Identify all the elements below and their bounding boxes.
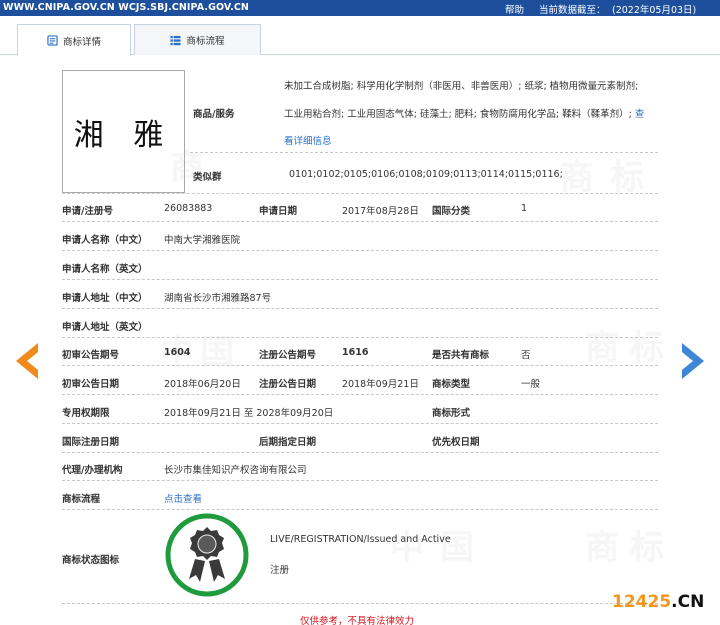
divider [62, 452, 658, 453]
tab-label: 商标详情 [62, 36, 101, 48]
reg-pub-date-label: 注册公告日期 [259, 379, 317, 390]
view-details-link-start[interactable]: 查 [635, 109, 645, 120]
divider [62, 193, 658, 194]
divider [62, 603, 658, 604]
divider [62, 423, 658, 424]
divider [62, 480, 658, 481]
priority-date-label: 优先权日期 [432, 437, 480, 448]
corner-site-logo: 12425.CN [612, 592, 704, 612]
data-date-value: (2022年05月03日) [612, 5, 697, 16]
prelim-date-value: 2018年06月20日 [164, 379, 241, 390]
reg-pub-date-value: 2018年09月21日 [342, 379, 419, 390]
corner-logo-number: 12425 [612, 592, 672, 612]
site-urls: WWW.CNIPA.GOV.CN WCJS.SBJ.CNIPA.GOV.CN [3, 2, 249, 13]
goods-services-text: 工业用粘合剂; 工业用固态气体; 硅藻土; 肥料; 食物防腐用化学品; 鞣料（鞣… [284, 109, 635, 120]
divider [190, 152, 658, 153]
reg-no-label: 申请/注册号 [62, 206, 113, 217]
agent-value: 长沙市集佳知识产权咨询有限公司 [164, 465, 307, 476]
goods-services-line2: 工业用粘合剂; 工业用固态气体; 硅藻土; 肥料; 食物防腐用化学品; 鞣料（鞣… [284, 106, 644, 120]
divider [62, 365, 658, 366]
watermark: 国 [200, 333, 234, 373]
prev-arrow-icon[interactable] [14, 342, 40, 380]
address-cn-label: 申请人地址（中文） [62, 293, 148, 304]
applicant-cn-value: 中南大学湘雅医院 [164, 235, 241, 246]
data-date-label: 当前数据截至： [539, 5, 606, 16]
applicant-en-label: 申请人名称（英文） [62, 264, 148, 275]
process-label: 商标流程 [62, 494, 101, 505]
watermark: 标 [630, 528, 664, 568]
later-date-label: 后期指定日期 [259, 437, 317, 448]
watermark: 商 [585, 328, 619, 368]
shared-value: 否 [521, 350, 531, 361]
mark-form-label: 商标形式 [432, 408, 471, 419]
address-cn-value: 湖南省长沙市湘雅路87号 [164, 293, 272, 304]
goods-services-label: 商品/服务 [193, 109, 235, 120]
app-date-label: 申请日期 [259, 206, 298, 217]
reg-no-value: 26083883 [164, 203, 213, 214]
agent-label: 代理/办理机构 [62, 465, 123, 476]
corner-logo-domain: .CN [671, 592, 705, 612]
tab-trademark-process[interactable]: 商标流程 [134, 24, 261, 55]
divider [62, 394, 658, 395]
status-cn: 注册 [270, 565, 290, 576]
exclusive-period-label: 专用权期限 [62, 408, 110, 419]
exclusive-period-value: 2018年09月21日 至 2028年09月20日 [164, 408, 334, 419]
mark-type-label: 商标类型 [432, 379, 471, 390]
next-arrow-icon[interactable] [680, 342, 706, 380]
applicant-cn-label: 申请人名称（中文） [62, 235, 148, 246]
document-icon [47, 35, 58, 46]
trademark-image: 湘 雅 [62, 70, 185, 193]
tab-trademark-details[interactable]: 商标详情 [17, 24, 131, 56]
divider [62, 279, 658, 280]
prelim-date-label: 初审公告日期 [62, 379, 120, 390]
tab-label: 商标流程 [186, 36, 225, 47]
prelim-no-label: 初审公告期号 [62, 350, 120, 361]
divider [62, 509, 658, 510]
watermark: 标 [630, 328, 664, 368]
intl-reg-date-label: 国际注册日期 [62, 437, 120, 448]
divider [62, 250, 658, 251]
top-bar: WWW.CNIPA.GOV.CN WCJS.SBJ.CNIPA.GOV.CN 帮… [0, 0, 720, 16]
status-icon-label: 商标状态图标 [62, 555, 120, 566]
goods-services-line1: 未加工合成树脂; 科学用化学制剂（非医用、非兽医用）; 纸浆; 植物用微量元素制… [284, 81, 639, 92]
process-view-link[interactable]: 点击查看 [164, 491, 202, 505]
disclaimer: 仅供参考，不具有法律效力 [300, 616, 415, 625]
mark-type-value: 一般 [521, 379, 541, 390]
status-en: LIVE/REGISTRATION/Issued and Active [270, 534, 451, 545]
registered-seal-icon [165, 513, 249, 597]
tab-bar: 商标详情 商标流程 [0, 24, 720, 56]
address-en-label: 申请人地址（英文） [62, 322, 148, 333]
trademark-image-text: 湘 雅 [73, 117, 174, 153]
list-icon [170, 35, 182, 45]
intl-class-label: 国际分类 [432, 206, 471, 217]
reg-pub-no-label: 注册公告期号 [259, 350, 317, 361]
watermark: 商 [560, 158, 594, 198]
view-details-link[interactable]: 看详细信息 [284, 133, 332, 147]
shared-label: 是否共有商标 [432, 350, 490, 361]
similar-group-value: 0101;0102;0105;0106;0108;0109;0113;0114;… [289, 169, 563, 180]
similar-group-label: 类似群 [193, 172, 222, 183]
reg-pub-no-value: 1616 [342, 347, 369, 358]
app-date-value: 2017年08月28日 [342, 206, 419, 217]
intl-class-value: 1 [521, 203, 528, 214]
watermark: 标 [610, 158, 644, 198]
divider [62, 308, 658, 309]
divider [62, 221, 658, 222]
watermark: 商 [585, 528, 619, 568]
help-link[interactable]: 帮助 [505, 2, 524, 16]
divider [62, 337, 658, 338]
prelim-no-value: 1604 [164, 347, 191, 358]
